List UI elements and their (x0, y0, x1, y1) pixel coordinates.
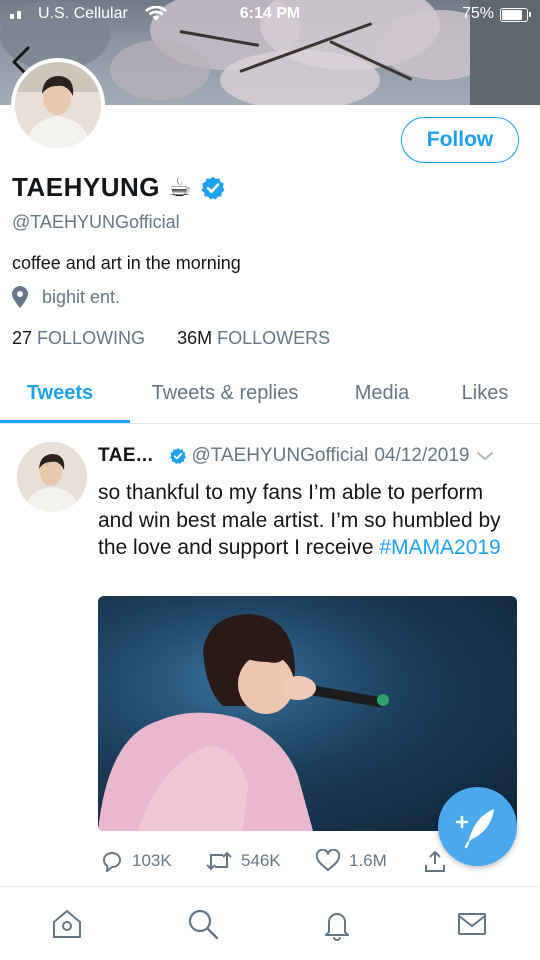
following-count: 27 (12, 328, 33, 348)
followers-stat[interactable]: 36M FOLLOWERS (177, 328, 330, 349)
following-label: FOLLOWING (37, 328, 146, 348)
compose-tweet-icon (455, 809, 494, 849)
tab-media[interactable]: Media (336, 366, 428, 424)
follow-button[interactable]: Follow (401, 117, 519, 163)
tab-likes[interactable]: Likes (444, 366, 526, 424)
bottom-nav (0, 886, 540, 960)
like-button[interactable]: 1.6M (315, 846, 387, 876)
reply-icon (103, 852, 121, 872)
reply-count: 103K (132, 851, 172, 870)
bell-icon[interactable] (320, 907, 354, 941)
profile-location: bighit ent. (12, 286, 120, 308)
battery-icon (500, 8, 531, 22)
profile-stats: 27 FOLLOWING 36M FOLLOWERS (12, 328, 330, 349)
retweet-count: 546K (241, 851, 281, 870)
reply-button[interactable]: 103K (100, 846, 172, 876)
tweet-hashtag[interactable]: #MAMA2019 (379, 536, 500, 559)
mail-icon[interactable] (455, 907, 489, 941)
profile-tabs: Tweets Tweets & replies Media Likes (0, 366, 540, 424)
location-text: bighit ent. (42, 286, 121, 307)
tab-tweets-replies[interactable]: Tweets & replies (132, 366, 318, 424)
coffee-emoji: ☕ (167, 172, 192, 202)
clock: 6:14 PM (239, 5, 301, 22)
profile-handle: @TAEHYUNGofficial (12, 212, 180, 232)
tweet-author-handle[interactable]: @TAEHYUNGofficial (191, 445, 368, 467)
tweet-text: so thankful to my fans I’m able to perfo… (98, 479, 518, 562)
heart-icon (315, 849, 341, 871)
profile-bio: coffee and art in the morning (12, 253, 241, 273)
home-icon[interactable] (50, 907, 84, 941)
following-stat[interactable]: 27 FOLLOWING (12, 328, 145, 349)
profile-avatar[interactable] (11, 58, 105, 152)
status-bar: U.S. Cellular 6:14 PM 75% (0, 0, 540, 30)
chevron-down-icon[interactable] (476, 450, 494, 462)
verified-badge-icon (201, 176, 225, 199)
display-name-text: TAEHYUNG (12, 172, 160, 202)
verified-badge-icon (170, 448, 187, 464)
search-icon[interactable] (186, 907, 220, 941)
tweet-avatar[interactable] (17, 442, 87, 512)
active-tab-indicator (0, 420, 130, 423)
followers-label: FOLLOWERS (217, 328, 331, 348)
profile-display-name: TAEHYUNG ☕ (12, 172, 226, 203)
tab-tweets[interactable]: Tweets (0, 366, 120, 424)
retweet-button[interactable]: 546K (205, 846, 281, 876)
tweet-author-name[interactable]: TAE... (98, 445, 153, 467)
retweet-icon (206, 851, 232, 871)
like-count: 1.6M (349, 851, 387, 870)
compose-tweet-button[interactable] (438, 787, 517, 866)
tweet-date: 04/12/2019 (374, 445, 470, 466)
followers-count: 36M (177, 328, 213, 348)
battery-percent: 75% (461, 5, 494, 22)
tweet-header: TAE... @TAEHYUNGofficial 04/12/2019 (98, 442, 528, 470)
location-pin-icon (12, 286, 28, 308)
